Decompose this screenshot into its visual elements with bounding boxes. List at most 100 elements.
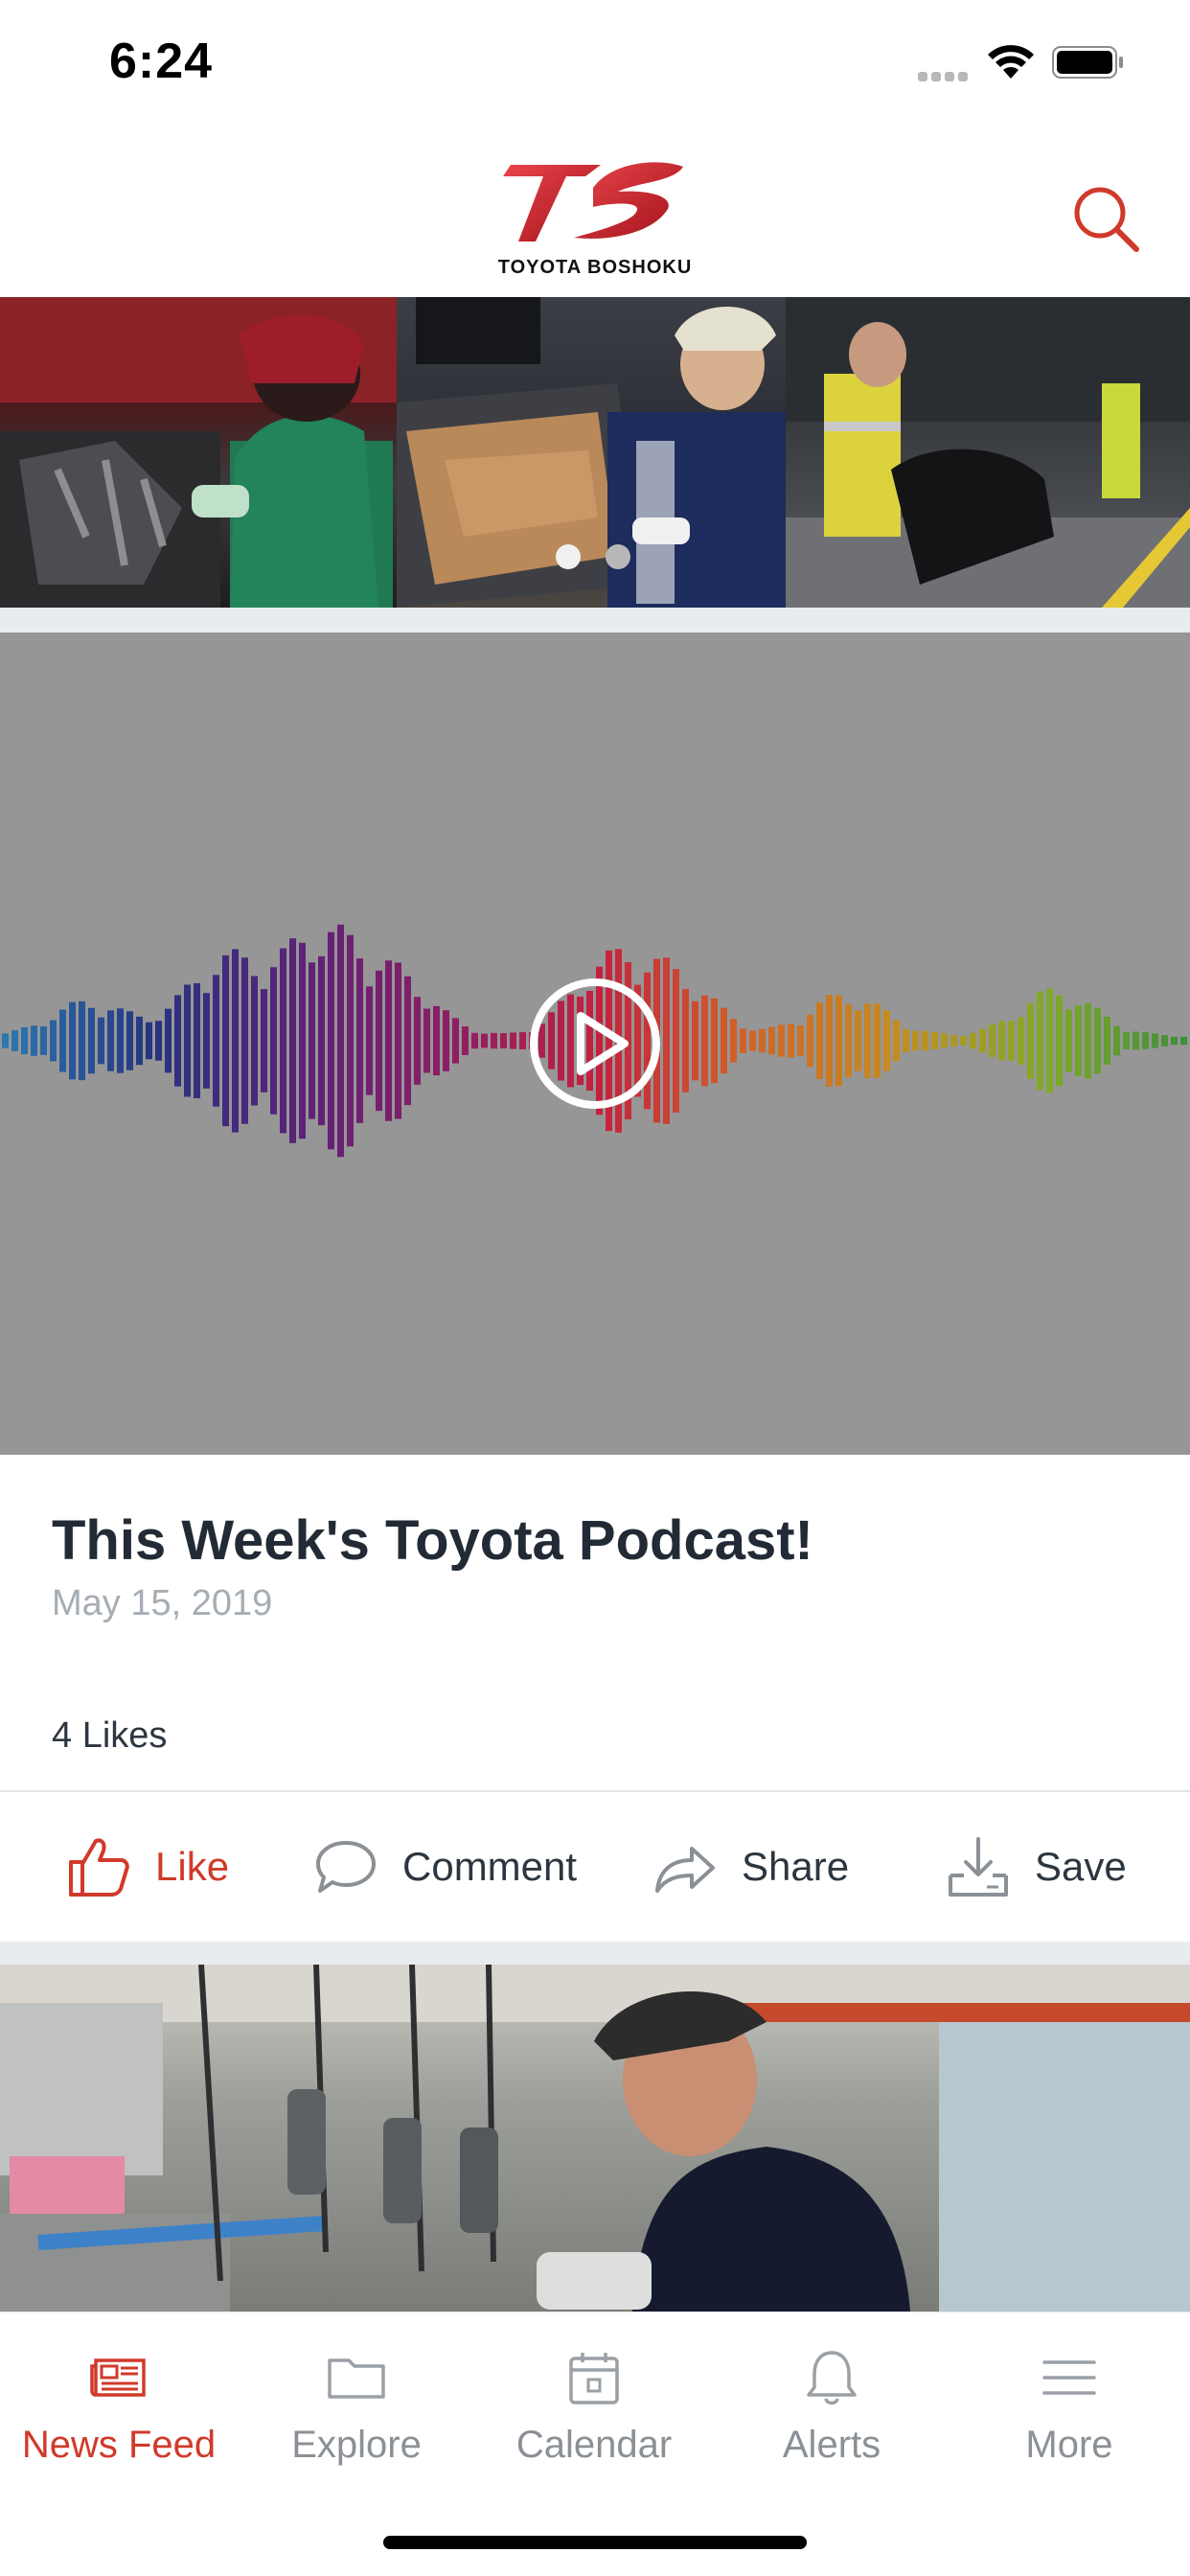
waveform-bar (69, 1001, 76, 1080)
carousel-slide-welder[interactable] (0, 297, 397, 608)
carousel-dot-2[interactable] (606, 544, 630, 569)
waveform-bar (174, 995, 181, 1087)
bumper-inspection-photo (786, 297, 1190, 608)
folder-icon (328, 2358, 385, 2399)
tab-label: Calendar (515, 2424, 673, 2466)
tab-news-feed[interactable]: News Feed (0, 2312, 238, 2504)
like-button[interactable]: Like (65, 1792, 229, 1942)
comment-bubble-icon (316, 1841, 376, 1893)
waveform-bar (222, 954, 229, 1127)
tab-more[interactable]: More (950, 2312, 1188, 2504)
share-button[interactable]: Share (652, 1792, 849, 1942)
waveform-bar (673, 969, 679, 1113)
waveform-bar (471, 1032, 478, 1049)
home-indicator[interactable] (383, 2536, 807, 2549)
tab-calendar[interactable]: Calendar (475, 2312, 713, 2504)
waveform-bar (318, 955, 325, 1126)
post-card[interactable]: This Week's Toyota Podcast! May 15, 2019… (0, 1455, 1190, 1792)
waveform-bar (768, 1026, 775, 1055)
waveform-bar (452, 1018, 459, 1064)
tab-alerts[interactable]: Alerts (713, 2312, 950, 2504)
waveform-bar (816, 1002, 823, 1079)
waveform-bar (835, 995, 842, 1087)
waveform-bar (960, 1036, 967, 1046)
waveform-bar (807, 1014, 813, 1068)
waveform-bar (1027, 1002, 1034, 1079)
waveform-bar (136, 1016, 143, 1066)
waveform-bar (1152, 1033, 1158, 1048)
waveform-bar (864, 1003, 871, 1078)
welder-photo (0, 297, 397, 608)
waveform-bar (289, 938, 296, 1143)
wifi-icon (988, 45, 1034, 79)
likes-count[interactable]: 4 Likes (52, 1715, 167, 1757)
post-title[interactable]: This Week's Toyota Podcast! (52, 1508, 813, 1573)
waveform-bar (1123, 1031, 1130, 1050)
waveform-bar (491, 1032, 497, 1049)
search-icon[interactable] (1071, 184, 1142, 255)
waveform-bar (117, 1008, 124, 1073)
waveform-bar (1171, 1036, 1178, 1046)
waveform-bar (107, 1010, 114, 1071)
waveform-bar (663, 957, 670, 1124)
podcast-media[interactable] (0, 632, 1190, 1455)
save-label: Save (1035, 1844, 1127, 1889)
waveform-bar (126, 1011, 133, 1070)
waveform-bar (788, 1024, 794, 1058)
waveform-bar (337, 924, 344, 1158)
waveform-bar (989, 1024, 995, 1058)
tab-label: More (1025, 2424, 1113, 2466)
waveform-bar (1161, 1035, 1168, 1046)
waveform-bar (1075, 1005, 1082, 1076)
waveform-bar (730, 1019, 737, 1063)
waveform-bar (1008, 1021, 1015, 1061)
tab-explore[interactable]: Explore (238, 2312, 475, 2504)
download-tray-icon (949, 1837, 1008, 1897)
waveform-bar (2, 1033, 9, 1048)
waveform-bar (280, 948, 286, 1134)
next-post-image[interactable] (0, 1965, 1190, 2312)
share-label: Share (742, 1844, 850, 1889)
carousel-slide-bumper-inspection[interactable] (786, 297, 1190, 608)
section-separator (0, 1942, 1190, 1965)
comment-button[interactable]: Comment (312, 1792, 577, 1942)
waveform-bar (1037, 991, 1043, 1091)
waveform-bar (213, 975, 219, 1107)
tab-label: News Feed (21, 2424, 217, 2466)
waveform-bar (874, 1003, 881, 1078)
waveform-bar (931, 1031, 938, 1050)
post-date: May 15, 2019 (52, 1583, 273, 1623)
waveform-bar (155, 1021, 162, 1061)
waveform-bar (845, 1004, 852, 1077)
waveform-bar (749, 1030, 756, 1051)
waveform-bar (721, 1007, 727, 1074)
waveform-bar (366, 986, 373, 1095)
waveform-bar (883, 1010, 890, 1071)
tab-label: Alerts (782, 2424, 881, 2466)
newspaper-icon (90, 2358, 146, 2397)
waveform-bar (979, 1028, 986, 1053)
play-icon[interactable] (527, 976, 663, 1112)
carousel-dot-1[interactable] (556, 544, 581, 569)
waveform-bar (759, 1028, 766, 1053)
waveform-bar (232, 949, 239, 1133)
waveform-bar (701, 995, 708, 1087)
waveform-bar (462, 1026, 469, 1055)
waveform-bar (261, 989, 267, 1092)
thumbs-up-icon (69, 1838, 129, 1897)
waveform-bar (1142, 1032, 1149, 1049)
save-button[interactable]: Save (945, 1792, 1127, 1942)
waveform-bar (79, 1000, 85, 1081)
featured-carousel[interactable] (0, 297, 1190, 608)
waveform-bar (1046, 988, 1053, 1093)
waveform-bar (692, 1000, 698, 1081)
waveform-bar (950, 1034, 957, 1047)
tab-label: Explore (291, 2424, 422, 2466)
waveform-bar (146, 1022, 152, 1060)
bell-icon (807, 2351, 857, 2405)
comment-label: Comment (402, 1844, 578, 1889)
status-bar: 6:24 (0, 0, 1190, 125)
app-header: TOYOTA BOSHOKU (0, 125, 1190, 297)
waveform-bar (510, 1032, 516, 1049)
waveform-bar (31, 1025, 37, 1056)
